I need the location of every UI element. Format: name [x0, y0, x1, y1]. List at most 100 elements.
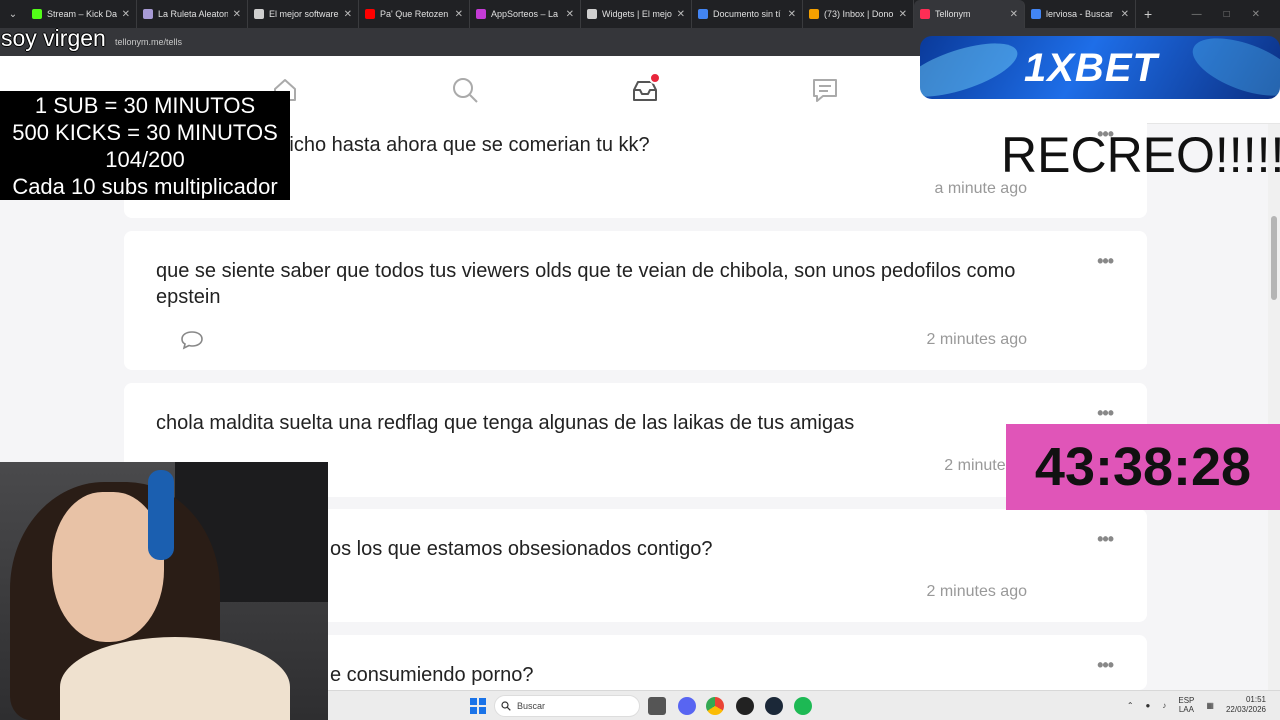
tab-title: Stream – Kick Da — [47, 9, 117, 19]
more-options-icon[interactable]: ••• — [1097, 655, 1114, 676]
language-indicator[interactable]: ESP LAA — [1178, 696, 1194, 714]
tab-close-icon[interactable]: ✕ — [899, 9, 907, 20]
tab-title: lerviosa - Buscar — [1046, 9, 1114, 19]
tab-title: La Ruleta Aleaton — [158, 9, 228, 19]
browser-tab-bar: ⌄ Stream – Kick Da ✕ La Ruleta Aleaton ✕… — [0, 0, 1280, 28]
taskbar-clock[interactable]: 01:51 22/03/2026 — [1226, 695, 1266, 715]
youtube-favicon-icon — [365, 9, 375, 19]
comment-icon[interactable] — [180, 329, 204, 351]
more-options-icon[interactable]: ••• — [1097, 251, 1114, 272]
tab-documento[interactable]: Documento sin tí ✕ — [692, 0, 803, 28]
sponsor-banner: 1XBET — [920, 36, 1280, 99]
tab-close-icon[interactable]: ✕ — [788, 9, 796, 20]
tab-kick-stream[interactable]: Stream – Kick Da ✕ — [26, 0, 137, 28]
tab-inbox[interactable]: (73) Inbox | Dono ✕ — [803, 0, 914, 28]
stream-overlay-title: soy virgen — [1, 25, 106, 51]
file-explorer-icon[interactable] — [648, 697, 666, 715]
microphone-icon[interactable]: ● — [1146, 701, 1151, 710]
search-icon[interactable] — [451, 76, 479, 104]
tab-tellonym[interactable]: Tellonym ✕ — [914, 0, 1025, 28]
tab-close-icon[interactable]: ✕ — [677, 9, 685, 20]
scrollbar-thumb[interactable] — [1271, 216, 1277, 300]
maximize-icon[interactable]: □ — [1224, 9, 1230, 20]
tab-software[interactable]: El mejor software ✕ — [248, 0, 359, 28]
tab-title: AppSorteos – La — [491, 9, 559, 19]
close-window-icon[interactable]: ✕ — [1252, 9, 1260, 20]
kick-favicon-icon — [32, 9, 42, 19]
subathon-rules-box: 1 SUB = 30 MINUTOS 500 KICKS = 30 MINUTO… — [0, 91, 290, 200]
tab-appsorteos[interactable]: AppSorteos – La ✕ — [470, 0, 581, 28]
more-options-icon[interactable]: ••• — [1097, 529, 1114, 550]
inbox-icon[interactable] — [631, 72, 661, 104]
docs-favicon-icon — [698, 9, 708, 19]
tab-google-search[interactable]: lerviosa - Buscar ✕ — [1025, 0, 1136, 28]
rule-line: 1 SUB = 30 MINUTOS — [34, 93, 256, 118]
tell-text: chola maldita suelta una redflag que ten… — [156, 412, 855, 434]
new-tab-button[interactable]: + — [1136, 6, 1160, 22]
search-icon — [501, 701, 511, 711]
tab-title: (73) Inbox | Dono — [824, 9, 894, 19]
headset-icon — [148, 470, 174, 560]
tray-chevron-icon[interactable]: ⌃ — [1127, 701, 1134, 710]
software-favicon-icon — [254, 9, 264, 19]
tell-timestamp: 2 minutes ago — [926, 583, 1027, 600]
rule-line: 104/200 — [105, 147, 185, 172]
tab-close-icon[interactable]: ✕ — [1121, 9, 1129, 20]
tab-close-icon[interactable]: ✕ — [455, 9, 463, 20]
widgets-favicon-icon — [587, 9, 597, 19]
speaker-icon[interactable]: ♪ — [1162, 701, 1166, 710]
system-tray: ⌃ ● ♪ ESP LAA ▦ 01:51 22/03/2026 — [1127, 695, 1266, 715]
banner-wave-shape — [1185, 36, 1280, 99]
tab-title: Pa' Que Retozen — [380, 9, 449, 19]
spotify-icon[interactable] — [794, 697, 812, 715]
tellonym-favicon-icon — [920, 9, 930, 19]
tab-widgets[interactable]: Widgets | El mejo ✕ — [581, 0, 692, 28]
tell-text: que se siente saber que todos tus viewer… — [156, 260, 1016, 308]
url-input[interactable]: tellonym.me/tells — [115, 37, 182, 47]
tell-text: os los que estamos obsesionados contigo? — [330, 538, 713, 560]
google-favicon-icon — [1031, 9, 1041, 19]
banner-wave-shape — [920, 36, 1024, 99]
inbox-favicon-icon — [809, 9, 819, 19]
lang-layout: LAA — [1178, 705, 1194, 714]
steam-icon[interactable] — [765, 697, 783, 715]
tab-close-icon[interactable]: ✕ — [344, 9, 352, 20]
taskbar-search-input[interactable]: Buscar — [494, 695, 640, 717]
webcam-feed — [0, 462, 328, 720]
clock-time: 01:51 — [1245, 695, 1266, 704]
tab-title: Widgets | El mejo — [602, 9, 672, 19]
tab-youtube[interactable]: Pa' Que Retozen ✕ — [359, 0, 470, 28]
ruleta-favicon-icon — [143, 9, 153, 19]
clock-date: 22/03/2026 — [1225, 705, 1266, 714]
page-scrollbar[interactable] — [1268, 124, 1280, 690]
taskbar-search-placeholder: Buscar — [517, 701, 546, 711]
tab-close-icon[interactable]: ✕ — [566, 9, 574, 20]
network-icon[interactable]: ▦ — [1206, 701, 1214, 710]
appsorteos-favicon-icon — [476, 9, 486, 19]
tab-title: Documento sin tí — [713, 9, 781, 19]
rule-line: Cada 10 subs multiplicador — [12, 174, 278, 199]
minimize-icon[interactable]: — — [1192, 9, 1202, 20]
tab-title: Tellonym — [935, 9, 971, 19]
window-controls: — □ ✕ — [1192, 9, 1280, 20]
messages-icon[interactable] — [811, 76, 839, 104]
tab-close-icon[interactable]: ✕ — [233, 9, 241, 20]
tell-card: que se siente saber que todos tus viewer… — [124, 231, 1147, 370]
chrome-icon[interactable] — [706, 697, 724, 715]
tab-close-icon[interactable]: ✕ — [1010, 9, 1018, 20]
sponsor-logo: 1XBET — [1024, 46, 1158, 90]
windows-start-icon[interactable] — [470, 698, 486, 714]
windows-taskbar: Buscar ⌃ ● ♪ ESP LAA ▦ 01:51 22/03/2026 — [328, 690, 1280, 720]
tab-search-chevron-icon[interactable]: ⌄ — [0, 0, 26, 28]
subathon-timer: 43:38:28 — [1006, 424, 1280, 510]
more-options-icon[interactable]: ••• — [1097, 403, 1114, 424]
tab-ruleta[interactable]: La Ruleta Aleaton ✕ — [137, 0, 248, 28]
tab-title: El mejor software — [269, 9, 339, 19]
tell-text: e consumiendo porno? — [330, 664, 534, 686]
discord-icon[interactable] — [678, 697, 696, 715]
recreo-overlay-text: RECREO!!!!! — [1001, 127, 1280, 183]
obs-icon[interactable] — [736, 697, 754, 715]
rule-line: 500 KICKS = 30 MINUTOS — [12, 120, 278, 145]
tab-close-icon[interactable]: ✕ — [122, 9, 130, 20]
lang-code: ESP — [1178, 696, 1195, 705]
